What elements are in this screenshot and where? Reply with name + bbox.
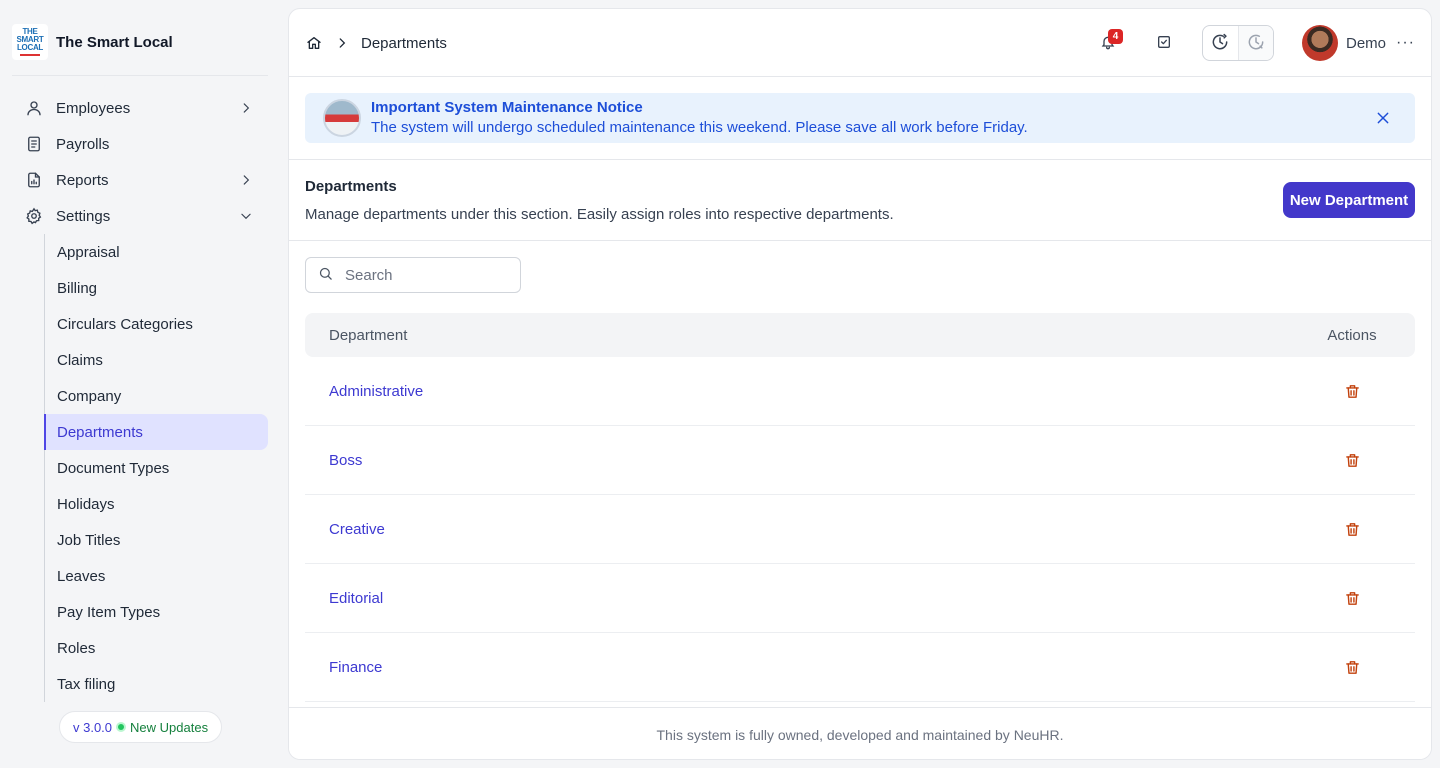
sidebar-item-label: Settings [56, 207, 111, 225]
table-row: Finance [305, 633, 1415, 702]
sidebar-subitem-appraisal[interactable]: Appraisal [44, 234, 268, 270]
clock-toggle-group [1202, 25, 1274, 61]
tasks-button[interactable] [1148, 27, 1180, 59]
footer: This system is fully owned, developed an… [289, 707, 1431, 759]
close-icon[interactable] [1373, 108, 1393, 128]
search-input[interactable] [345, 266, 505, 284]
trash-icon[interactable] [1341, 587, 1363, 609]
version-pill[interactable]: v 3.0.0 New Updates [59, 711, 223, 743]
sidebar-subitem-company[interactable]: Company [44, 378, 268, 414]
table-row: Editorial [305, 564, 1415, 633]
user-name: Demo [1346, 34, 1387, 52]
chevron-right-icon [236, 98, 256, 118]
clock-in-button[interactable] [1203, 26, 1238, 60]
department-link[interactable]: Administrative [305, 383, 1295, 400]
brand[interactable]: THE SMART LOCAL The Smart Local [12, 24, 173, 60]
clock-in-icon [1210, 32, 1230, 55]
user-menu[interactable]: Demo ··· [1302, 25, 1415, 61]
notifications-button[interactable]: 4 [1092, 27, 1124, 59]
sidebar-subitem-roles[interactable]: Roles [44, 630, 268, 666]
column-header-department: Department [329, 326, 408, 344]
departments-table: Department Actions Administrative Boss C… [305, 313, 1415, 702]
sidebar-subitem-document-types[interactable]: Document Types [44, 450, 268, 486]
chevron-right-icon [333, 34, 351, 52]
department-link[interactable]: Creative [305, 521, 1295, 538]
footer-text: This system is fully owned, developed an… [656, 726, 1064, 743]
report-icon [24, 170, 44, 190]
sidebar-subitem-billing[interactable]: Billing [44, 270, 268, 306]
sidebar-item-payrolls[interactable]: Payrolls [12, 126, 268, 162]
main-panel: Departments 4 Demo ··· Important System … [288, 8, 1432, 760]
section-divider [289, 240, 1431, 241]
sidebar-item-label: Payrolls [56, 135, 110, 153]
table-row: Boss [305, 426, 1415, 495]
table-row: Creative [305, 495, 1415, 564]
updates-label: New Updates [130, 719, 209, 735]
chevron-right-icon [236, 170, 256, 190]
table-header: Department Actions [305, 313, 1415, 357]
new-department-button[interactable]: New Department [1283, 182, 1415, 218]
breadcrumb: Departments [305, 33, 447, 53]
sidebar-subitem-pay-item-types[interactable]: Pay Item Types [44, 594, 268, 630]
notice-title: Important System Maintenance Notice [371, 99, 643, 116]
sidebar-subitem-claims[interactable]: Claims [44, 342, 268, 378]
trash-icon[interactable] [1341, 380, 1363, 402]
version-label: v 3.0.0 [73, 719, 113, 735]
department-link[interactable]: Finance [305, 659, 1295, 676]
sidebar: THE SMART LOCAL The Smart Local Employee… [0, 0, 280, 768]
brand-name: The Smart Local [56, 33, 173, 51]
search-icon [318, 266, 333, 284]
chevron-down-icon [236, 206, 256, 226]
more-icon[interactable]: ··· [1396, 34, 1415, 52]
column-header-actions: Actions [1327, 326, 1377, 344]
trash-icon[interactable] [1341, 656, 1363, 678]
notice-body: Important System Maintenance Notice The … [371, 98, 1028, 138]
maintenance-notice: Important System Maintenance Notice The … [305, 93, 1415, 143]
department-link[interactable]: Boss [305, 452, 1295, 469]
search-box [305, 257, 521, 293]
logo-stripe [20, 54, 40, 56]
sidebar-item-employees[interactable]: Employees [12, 90, 268, 126]
avatar [1302, 25, 1338, 61]
notice-avatar [323, 99, 361, 137]
trash-icon[interactable] [1341, 518, 1363, 540]
department-link[interactable]: Editorial [305, 590, 1295, 607]
sidebar-item-reports[interactable]: Reports [12, 162, 268, 198]
sidebar-item-label: Reports [56, 171, 109, 189]
sidebar-item-settings[interactable]: Settings [12, 198, 268, 234]
sidebar-subitem-departments[interactable]: Departments [44, 414, 268, 450]
trash-icon[interactable] [1341, 449, 1363, 471]
notification-badge: 4 [1108, 29, 1123, 44]
home-icon[interactable] [305, 34, 323, 52]
logo-line-3: LOCAL [16, 43, 44, 52]
section-divider [289, 159, 1431, 160]
sidebar-item-label: Employees [56, 99, 131, 117]
user-icon [24, 98, 44, 118]
status-dot [118, 724, 125, 730]
sidebar-subitem-holidays[interactable]: Holidays [44, 486, 268, 522]
notice-message: The system will undergo scheduled mainte… [371, 119, 1028, 136]
sidebar-subitem-job-titles[interactable]: Job Titles [44, 522, 268, 558]
checkbox-icon [1156, 34, 1172, 53]
clock-out-icon [1246, 32, 1266, 55]
table-row: Administrative [305, 357, 1415, 426]
sidebar-subitem-leaves[interactable]: Leaves [44, 558, 268, 594]
topbar: Departments 4 Demo ··· [289, 9, 1431, 77]
sidebar-subitem-circulars-categories[interactable]: Circulars Categories [44, 306, 268, 342]
brand-logo: THE SMART LOCAL [12, 24, 48, 60]
receipt-icon [24, 134, 44, 154]
breadcrumb-current: Departments [361, 34, 447, 52]
page-title: Departments [305, 178, 397, 195]
page-description: Manage departments under this section. E… [305, 206, 894, 223]
sidebar-divider [12, 75, 268, 76]
clock-out-button[interactable] [1237, 26, 1273, 60]
gear-icon [24, 206, 44, 226]
sidebar-subitem-tax-filing[interactable]: Tax filing [44, 666, 268, 702]
